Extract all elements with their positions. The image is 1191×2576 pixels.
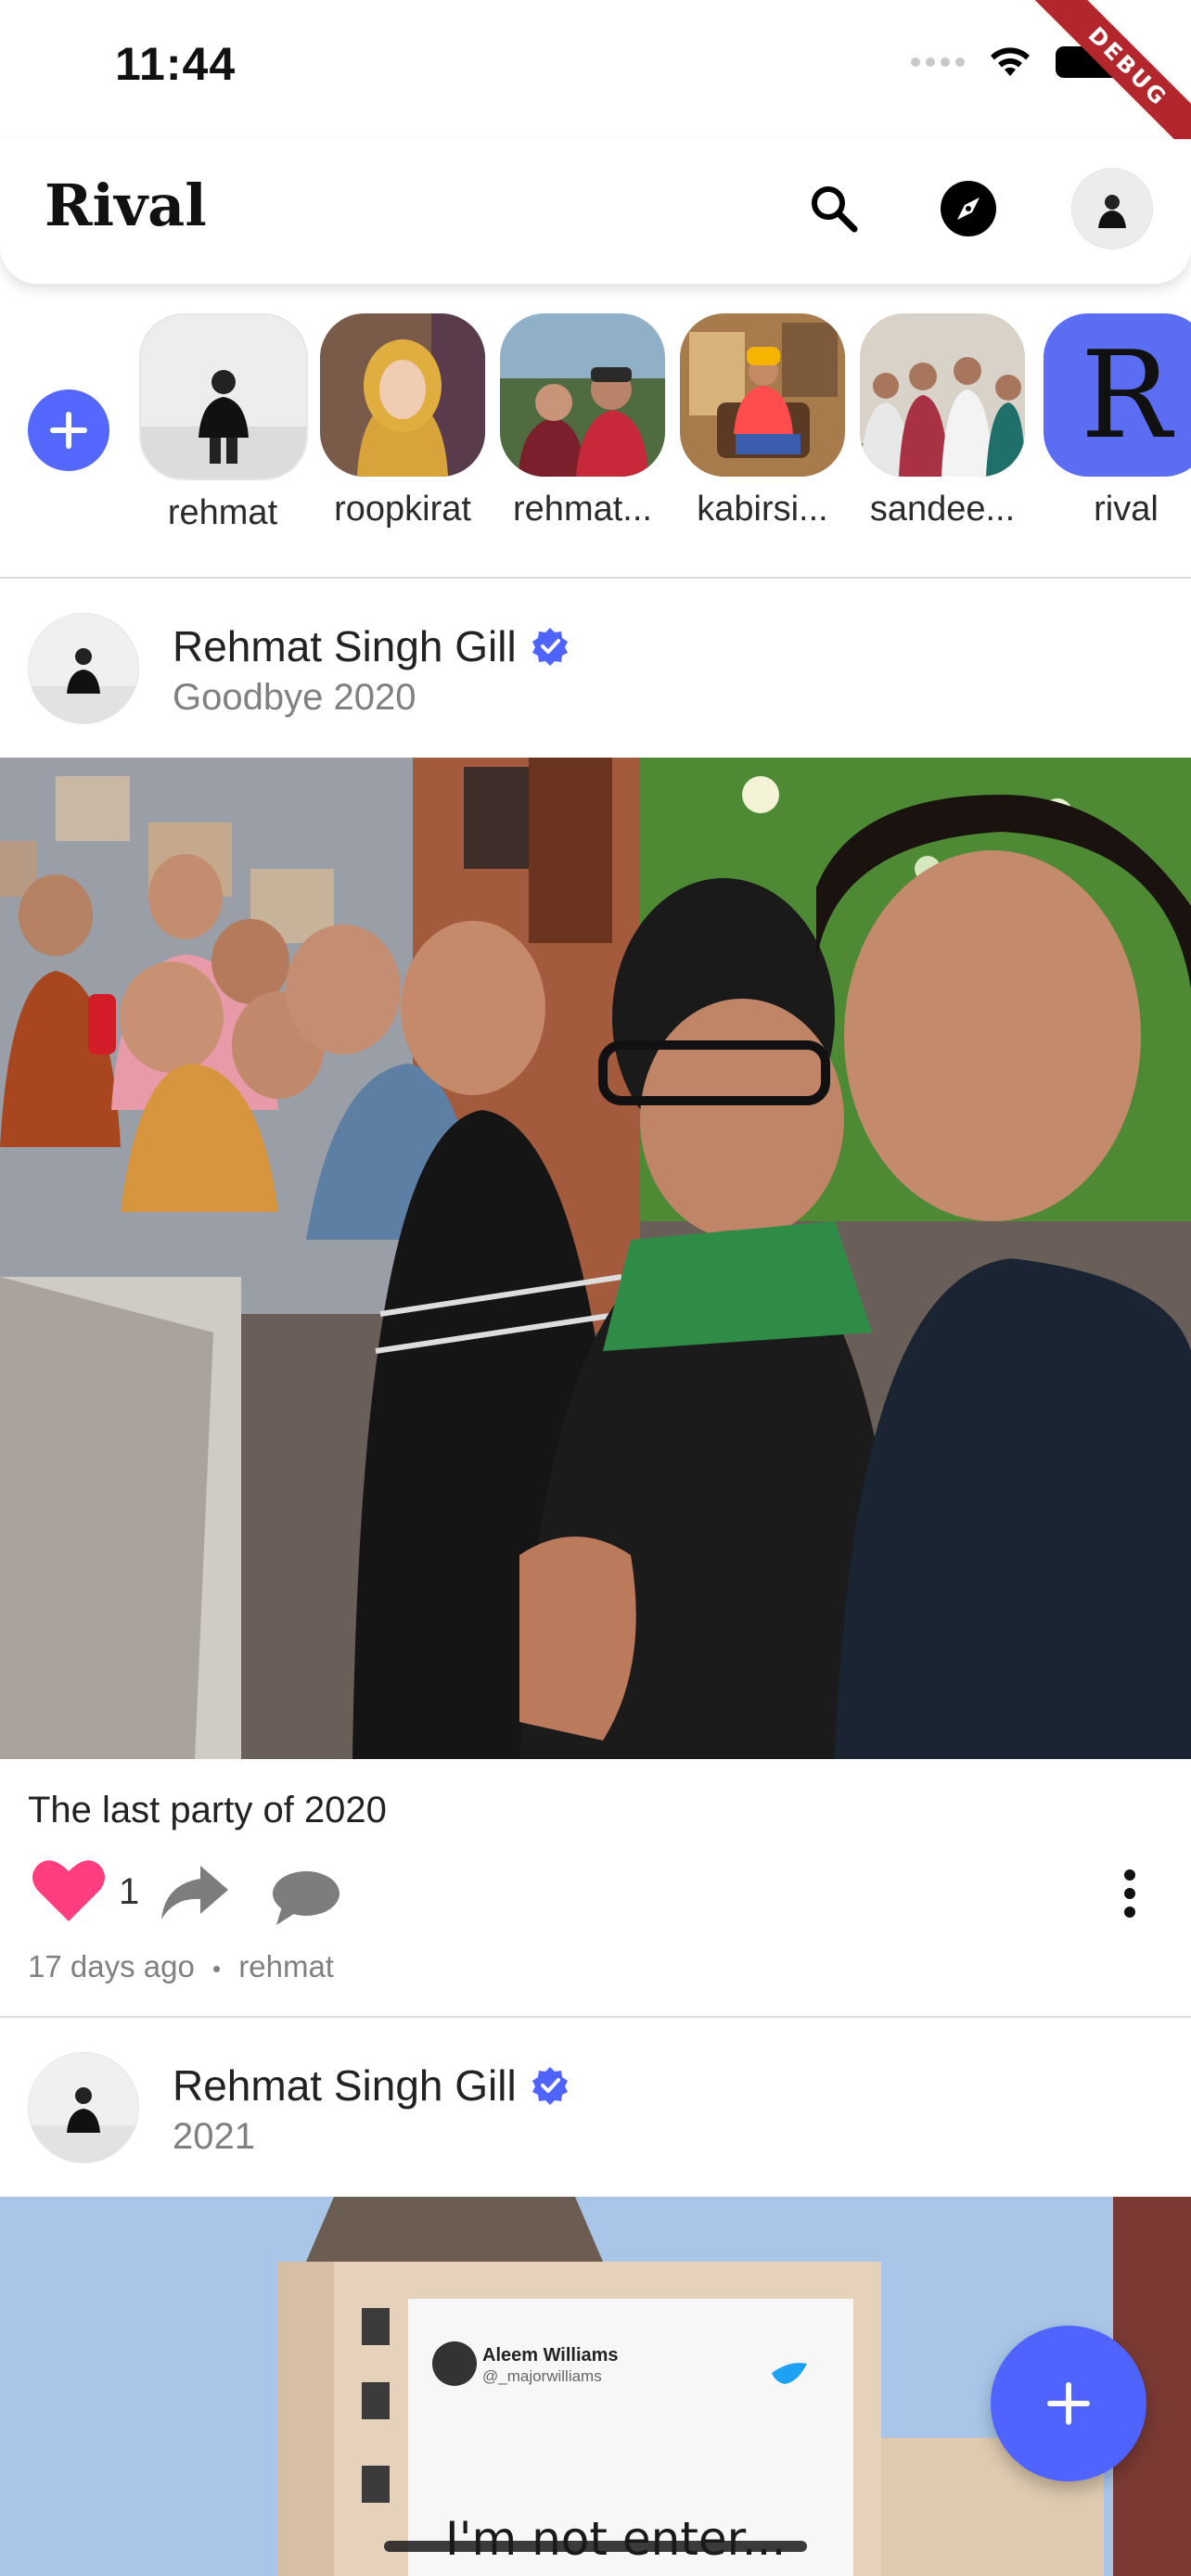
- add-story-button[interactable]: [28, 389, 109, 471]
- explore-button[interactable]: [927, 167, 1010, 250]
- divider: [0, 577, 1191, 579]
- search-button[interactable]: [792, 167, 876, 250]
- post-username[interactable]: rehmat: [238, 1949, 334, 1983]
- heart-icon: [32, 1860, 105, 1921]
- post-photo[interactable]: [0, 758, 1191, 1759]
- meta-separator: •: [211, 1955, 222, 1983]
- like-count: 1: [119, 1871, 140, 1912]
- story-label: roopkirat: [334, 490, 471, 529]
- story-label: sandee...: [869, 490, 1016, 529]
- tweet-handle: @_majorwilliams: [482, 2367, 602, 2385]
- story-thumbnail: [680, 313, 845, 477]
- story-item[interactable]: kabirsi...: [679, 313, 846, 529]
- new-post-fab[interactable]: [991, 2326, 1146, 2481]
- story-label: rival: [1094, 490, 1159, 529]
- post-caption: The last party of 2020: [28, 1790, 387, 1830]
- story-letter: R: [1081, 325, 1172, 465]
- app-title: Rival: [45, 172, 207, 239]
- post-author[interactable]: Rehmat Singh Gill: [173, 2060, 570, 2111]
- story-label: rehmat...: [513, 490, 652, 529]
- post-title: 2021: [173, 2116, 255, 2157]
- post-menu-button[interactable]: [1109, 1866, 1150, 1926]
- post-time: 17 days ago: [28, 1949, 195, 1983]
- post-title: Goodbye 2020: [173, 677, 416, 718]
- compass-icon: [941, 181, 996, 236]
- post-author-name: Rehmat Singh Gill: [173, 622, 517, 670]
- verified-badge-icon: [531, 628, 568, 666]
- story-item[interactable]: rehmat: [139, 313, 308, 533]
- story-label: kabirsi...: [697, 490, 828, 529]
- plus-icon: [50, 412, 87, 449]
- story-item[interactable]: sandee...: [859, 313, 1026, 529]
- post-author-avatar[interactable]: [28, 613, 139, 724]
- profile-avatar[interactable]: [1071, 168, 1153, 249]
- post-author-name: Rehmat Singh Gill: [173, 2061, 517, 2110]
- post-author-avatar[interactable]: [28, 2052, 139, 2163]
- like-button[interactable]: [32, 1856, 106, 1928]
- share-button[interactable]: [158, 1862, 232, 1926]
- story-label: rehmat: [167, 493, 278, 532]
- avatar-image: [1072, 169, 1152, 249]
- story-thumbnail: [860, 313, 1025, 477]
- post-meta: 17 days ago • rehmat: [28, 1949, 334, 1984]
- more-vertical-icon: [1124, 1869, 1135, 1918]
- tweet-headline: I'm not enter...: [445, 2512, 787, 2566]
- story-thumbnail: [139, 313, 308, 480]
- search-icon: [812, 186, 858, 233]
- story-item[interactable]: rehmat...: [499, 313, 666, 529]
- divider: [0, 2016, 1191, 2018]
- story-thumbnail: [320, 313, 485, 477]
- status-time: 11:44: [115, 38, 237, 90]
- share-arrow-icon: [161, 1866, 228, 1919]
- signal-icon: [911, 57, 965, 67]
- story-thumbnail: [500, 313, 665, 477]
- story-thumbnail: R: [1044, 313, 1191, 477]
- story-item[interactable]: R rival: [1043, 313, 1191, 529]
- comment-icon: [273, 1871, 339, 1925]
- story-item[interactable]: roopkirat: [319, 313, 486, 529]
- tweet-name: Aleem Williams: [482, 2345, 619, 2366]
- verified-badge-icon: [531, 2067, 568, 2105]
- plus-icon: [1047, 2382, 1090, 2425]
- comment-button[interactable]: [269, 1868, 343, 1932]
- home-indicator[interactable]: [384, 2541, 807, 2552]
- post-author[interactable]: Rehmat Singh Gill: [173, 621, 570, 671]
